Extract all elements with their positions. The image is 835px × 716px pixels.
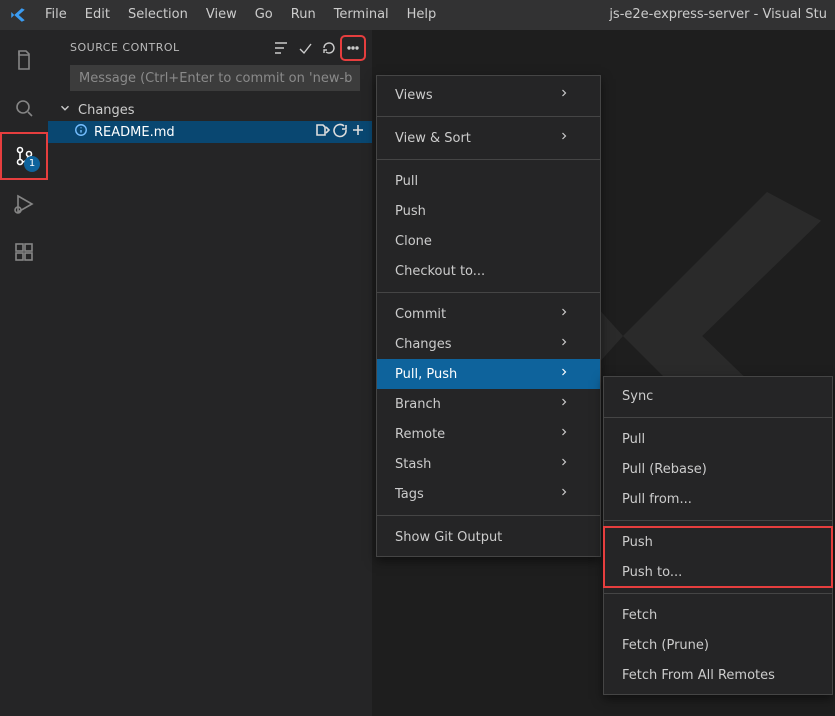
panel-header: SOURCE CONTROL (48, 30, 372, 65)
chevron-right-icon (558, 426, 570, 442)
menu-item-label: Push (622, 535, 653, 550)
source-control-panel: SOURCE CONTROL Message (Ctrl+Enter to co… (48, 30, 373, 716)
chevron-right-icon (558, 456, 570, 472)
menu-item-stash[interactable]: Stash (377, 449, 600, 479)
window-title: js-e2e-express-server - Visual Stu (609, 0, 827, 30)
menu-item-label: Pull (395, 174, 418, 189)
chevron-down-icon (58, 101, 72, 119)
commit-message-input[interactable]: Message (Ctrl+Enter to commit on 'new-b (70, 65, 360, 91)
submenu-item-pull[interactable]: Pull (604, 424, 832, 454)
menu-item-label: Changes (395, 337, 452, 352)
pull-push-submenu[interactable]: Sync Pull Pull (Rebase) Pull from... Push Pus… (603, 376, 833, 695)
changed-file-row[interactable]: README.md (48, 121, 372, 143)
view-as-tree-icon[interactable] (270, 37, 292, 59)
menu-selection[interactable]: Selection (119, 0, 197, 30)
menu-item-label: Pull (622, 432, 645, 447)
menu-item-label: View & Sort (395, 131, 471, 146)
menu-item-checkout-to[interactable]: Checkout to... (377, 256, 600, 286)
menu-item-show-git-output[interactable]: Show Git Output (377, 522, 600, 552)
discard-changes-icon[interactable] (332, 122, 348, 142)
menu-item-tags[interactable]: Tags (377, 479, 600, 509)
menu-item-label: Fetch (Prune) (622, 638, 709, 653)
menu-item-label: Remote (395, 427, 445, 442)
menu-item-label: Fetch (622, 608, 657, 623)
menu-go[interactable]: Go (246, 0, 282, 30)
menu-item-view-sort[interactable]: View & Sort (377, 123, 600, 153)
menu-item-label: Sync (622, 389, 653, 404)
explorer-icon[interactable] (0, 36, 48, 84)
panel-title: SOURCE CONTROL (70, 41, 180, 54)
scm-more-menu[interactable]: Views View & Sort Pull Push Clone Checkout to… (376, 75, 601, 557)
menu-item-label: Pull from... (622, 492, 692, 507)
chevron-right-icon (558, 396, 570, 412)
refresh-icon[interactable] (318, 37, 340, 59)
title-bar: FileEditSelectionViewGoRunTerminalHelp j… (0, 0, 835, 30)
commit-icon[interactable] (294, 37, 316, 59)
menu-item-label: Push (395, 204, 426, 219)
menu-item-commit[interactable]: Commit (377, 299, 600, 329)
submenu-item-fetch-from-all-remotes[interactable]: Fetch From All Remotes (604, 660, 832, 690)
menu-item-label: Tags (395, 487, 424, 502)
submenu-item-fetch-prune[interactable]: Fetch (Prune) (604, 630, 832, 660)
submenu-item-pull-rebase[interactable]: Pull (Rebase) (604, 454, 832, 484)
extensions-icon[interactable] (0, 228, 48, 276)
menu-run[interactable]: Run (282, 0, 325, 30)
submenu-item-push-to[interactable]: Push to... (604, 557, 832, 587)
menu-item-label: Branch (395, 397, 441, 412)
menu-help[interactable]: Help (398, 0, 446, 30)
menu-item-views[interactable]: Views (377, 80, 600, 110)
menu-item-label: Fetch From All Remotes (622, 668, 775, 683)
scm-tree: Changes README.md (48, 99, 372, 143)
submenu-item-pull-from[interactable]: Pull from... (604, 484, 832, 514)
chevron-right-icon (558, 486, 570, 502)
menu-item-label: Push to... (622, 565, 682, 580)
menu-item-remote[interactable]: Remote (377, 419, 600, 449)
chevron-right-icon (558, 87, 570, 103)
run-debug-icon[interactable] (0, 180, 48, 228)
submenu-item-sync[interactable]: Sync (604, 381, 832, 411)
file-actions (314, 122, 366, 142)
menu-item-label: Clone (395, 234, 432, 249)
menu-item-label: Show Git Output (395, 530, 502, 545)
menu-item-clone[interactable]: Clone (377, 226, 600, 256)
menu-item-label: Pull, Push (395, 367, 457, 382)
menu-item-label: Commit (395, 307, 446, 322)
file-name: README.md (94, 125, 175, 140)
menu-item-pull[interactable]: Pull (377, 166, 600, 196)
source-control-icon[interactable]: 1 (0, 132, 48, 180)
chevron-right-icon (558, 130, 570, 146)
menu-item-push[interactable]: Push (377, 196, 600, 226)
menu-item-label: Views (395, 88, 433, 103)
submenu-item-fetch[interactable]: Fetch (604, 600, 832, 630)
changes-label: Changes (78, 103, 135, 118)
chevron-right-icon (558, 366, 570, 382)
more-actions-icon[interactable] (342, 37, 364, 59)
submenu-item-push[interactable]: Push (604, 527, 832, 557)
menu-view[interactable]: View (197, 0, 246, 30)
menu-file[interactable]: File (36, 0, 76, 30)
menu-item-label: Stash (395, 457, 431, 472)
menu-bar: FileEditSelectionViewGoRunTerminalHelp (36, 0, 445, 30)
menu-item-changes[interactable]: Changes (377, 329, 600, 359)
activity-bar: 1 (0, 30, 48, 716)
menu-edit[interactable]: Edit (76, 0, 119, 30)
search-icon[interactable] (0, 84, 48, 132)
stage-changes-icon[interactable] (350, 122, 366, 142)
panel-actions (270, 37, 364, 59)
menu-item-label: Pull (Rebase) (622, 462, 707, 477)
chevron-right-icon (558, 306, 570, 322)
open-file-icon[interactable] (314, 122, 330, 142)
menu-item-branch[interactable]: Branch (377, 389, 600, 419)
changes-section[interactable]: Changes (48, 99, 372, 121)
chevron-right-icon (558, 336, 570, 352)
menu-item-label: Checkout to... (395, 264, 485, 279)
menu-item-pull-push[interactable]: Pull, Push (377, 359, 600, 389)
vscode-icon (0, 6, 36, 24)
info-icon (74, 123, 88, 141)
menu-terminal[interactable]: Terminal (325, 0, 398, 30)
scm-badge: 1 (24, 156, 40, 172)
